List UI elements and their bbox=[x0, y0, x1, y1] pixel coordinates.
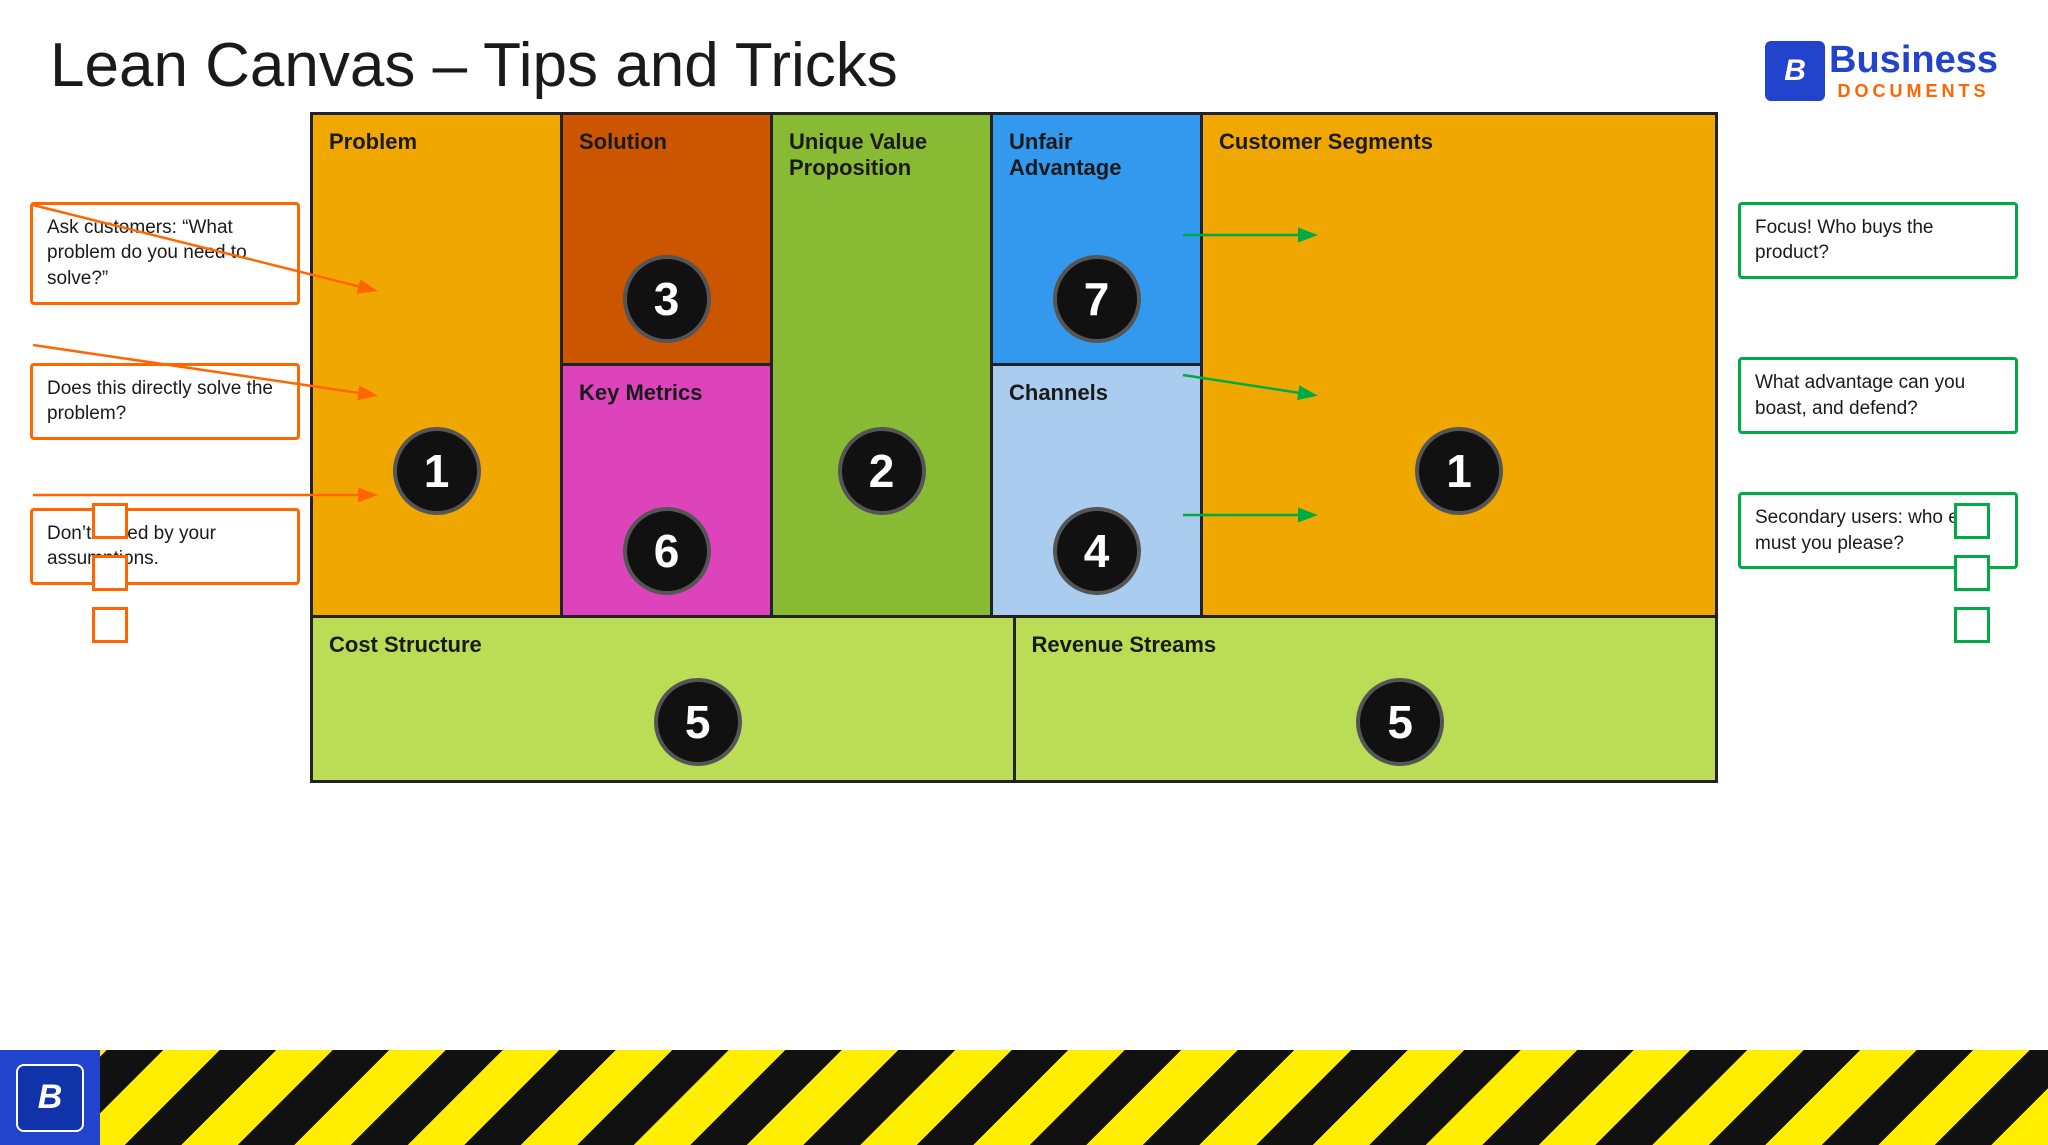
customer-segments-number: 1 bbox=[1415, 427, 1503, 515]
left-annotation-2: Does this directly solve the problem? bbox=[30, 363, 300, 440]
logo-documents: DOCUMENTS bbox=[1829, 82, 1998, 102]
page-title: Lean Canvas – Tips and Tricks bbox=[50, 30, 898, 101]
cost-structure-title: Cost Structure bbox=[329, 632, 482, 657]
key-metrics-cell: Key Metrics 6 bbox=[563, 366, 770, 615]
lean-canvas: Problem 1 Solution 3 Key Metrics bbox=[310, 112, 1718, 783]
unfair-title: Unfair Advantage bbox=[1009, 129, 1121, 180]
uvp-title: Unique Value Proposition bbox=[789, 129, 927, 180]
bottom-logo-icon: B bbox=[16, 1064, 84, 1132]
right-checkboxes bbox=[1954, 503, 1990, 643]
customer-segments-cell: Customer Segments 1 bbox=[1203, 115, 1715, 615]
checkbox-1[interactable] bbox=[92, 503, 128, 539]
checkbox-2[interactable] bbox=[92, 555, 128, 591]
key-metrics-title: Key Metrics bbox=[579, 380, 703, 405]
uvp-number: 2 bbox=[838, 427, 926, 515]
channels-number: 4 bbox=[1053, 507, 1141, 595]
problem-title: Problem bbox=[329, 129, 417, 154]
logo-business: Business bbox=[1829, 40, 1998, 82]
logo: B Business DOCUMENTS bbox=[1765, 40, 1998, 102]
revenue-streams-number: 5 bbox=[1356, 678, 1444, 766]
left-annotations: Ask customers: “What problem do you need… bbox=[30, 112, 310, 585]
cost-structure-number: 5 bbox=[654, 678, 742, 766]
checkbox-4[interactable] bbox=[1954, 503, 1990, 539]
solution-title: Solution bbox=[579, 129, 667, 154]
unfair-number: 7 bbox=[1053, 255, 1141, 343]
problem-number: 1 bbox=[393, 427, 481, 515]
checkbox-6[interactable] bbox=[1954, 607, 1990, 643]
header: Lean Canvas – Tips and Tricks B Business… bbox=[0, 0, 2048, 112]
right-annotation-2: What advantage can you boast, and defend… bbox=[1738, 357, 2018, 434]
customer-segments-title: Customer Segments bbox=[1219, 129, 1433, 154]
right-annotation-1: Focus! Who buys the product? bbox=[1738, 202, 2018, 279]
unfair-cell: Unfair Advantage 7 bbox=[993, 115, 1200, 367]
left-checkboxes bbox=[92, 503, 128, 643]
solution-cell: Solution 3 bbox=[563, 115, 770, 367]
left-annotation-3: Don’t be led by your assumptions. bbox=[30, 508, 300, 585]
revenue-streams-title: Revenue Streams bbox=[1032, 632, 1217, 657]
key-metrics-number: 6 bbox=[623, 507, 711, 595]
logo-text: Business DOCUMENTS bbox=[1829, 40, 1998, 102]
revenue-streams-cell: Revenue Streams 5 bbox=[1016, 618, 1716, 780]
problem-cell: Problem 1 bbox=[313, 115, 563, 615]
bottom-bar: B bbox=[0, 1050, 2048, 1145]
right-annotations: Focus! Who buys the product? What advant… bbox=[1718, 112, 2018, 570]
channels-cell: Channels 4 bbox=[993, 366, 1200, 615]
left-annotation-1: Ask customers: “What problem do you need… bbox=[30, 202, 300, 305]
logo-icon: B bbox=[1765, 41, 1825, 101]
channels-title: Channels bbox=[1009, 380, 1108, 405]
solution-column: Solution 3 Key Metrics 6 bbox=[563, 115, 773, 615]
checkbox-3[interactable] bbox=[92, 607, 128, 643]
cost-structure-cell: Cost Structure 5 bbox=[313, 618, 1016, 780]
uvp-cell: Unique Value Proposition 2 bbox=[773, 115, 993, 615]
unfair-column: Unfair Advantage 7 Channels 4 bbox=[993, 115, 1203, 615]
bottom-logo-container: B bbox=[0, 1050, 100, 1145]
hazard-stripes bbox=[100, 1050, 2048, 1145]
bottom-row: Cost Structure 5 Revenue Streams 5 bbox=[313, 615, 1715, 780]
checkbox-5[interactable] bbox=[1954, 555, 1990, 591]
solution-number: 3 bbox=[623, 255, 711, 343]
